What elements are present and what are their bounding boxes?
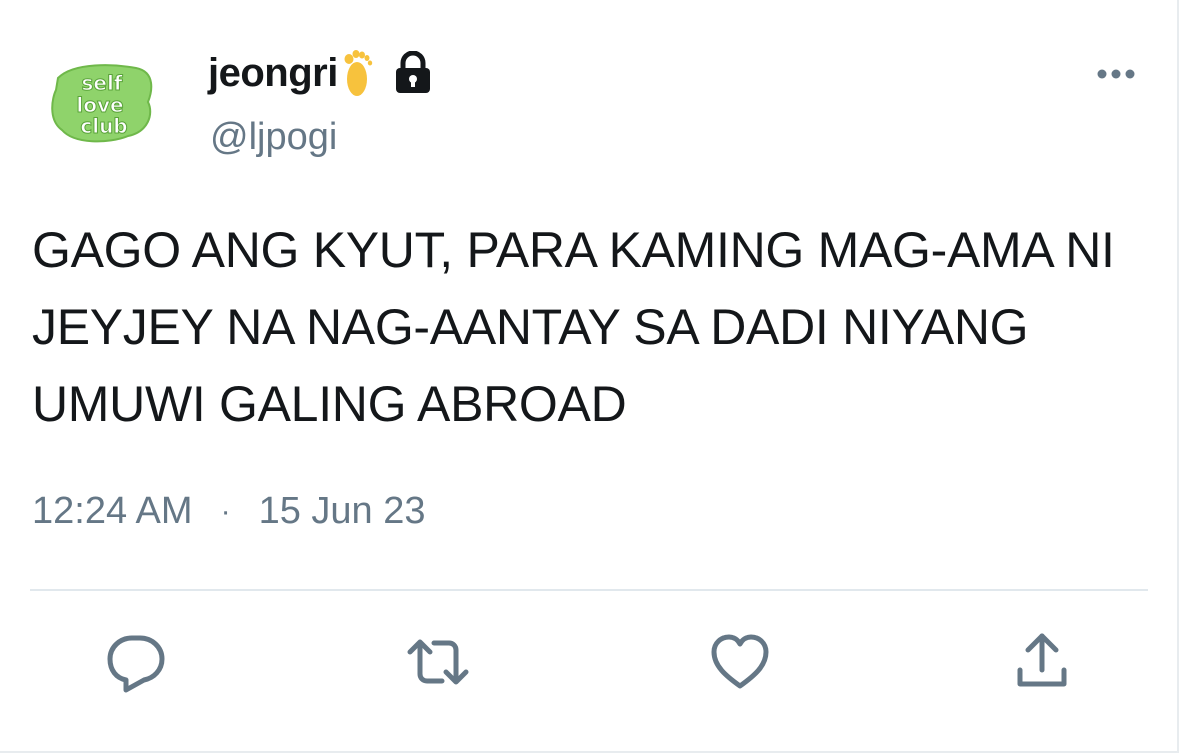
tweet-date[interactable]: 15 Jun 23 — [259, 490, 426, 533]
share-button[interactable] — [1010, 630, 1074, 694]
divider — [30, 589, 1148, 591]
tweet-time[interactable]: 12:24 AM — [32, 490, 193, 533]
name-row: jeongri — [208, 44, 434, 102]
avatar[interactable]: self love club — [44, 58, 162, 150]
tweet-card: self love club jeongri @ljpogi GAGO ANG … — [0, 0, 1179, 753]
tweet-meta: 12:24 AM · 15 Jun 23 — [32, 490, 425, 533]
like-button[interactable] — [708, 630, 772, 694]
user-handle[interactable]: @ljpogi — [210, 116, 337, 159]
tweet-text: GAGO ANG KYUT, PARA KAMING MAG-AMA NI JE… — [32, 222, 1115, 432]
avatar-word-self: self — [81, 71, 122, 95]
reply-button[interactable] — [104, 630, 168, 694]
retweet-icon — [407, 639, 469, 685]
foot-emoji — [344, 50, 373, 96]
more-icon[interactable] — [1096, 64, 1136, 84]
share-icon — [1017, 633, 1067, 687]
lock-icon — [395, 51, 430, 93]
avatar-logo: self love club — [51, 64, 153, 143]
meta-separator: · — [220, 494, 231, 528]
display-name[interactable]: jeongri — [208, 51, 338, 96]
reply-icon — [107, 635, 165, 693]
avatar-word-club: club — [80, 114, 127, 138]
heart-icon — [711, 634, 769, 689]
retweet-button[interactable] — [406, 630, 470, 694]
